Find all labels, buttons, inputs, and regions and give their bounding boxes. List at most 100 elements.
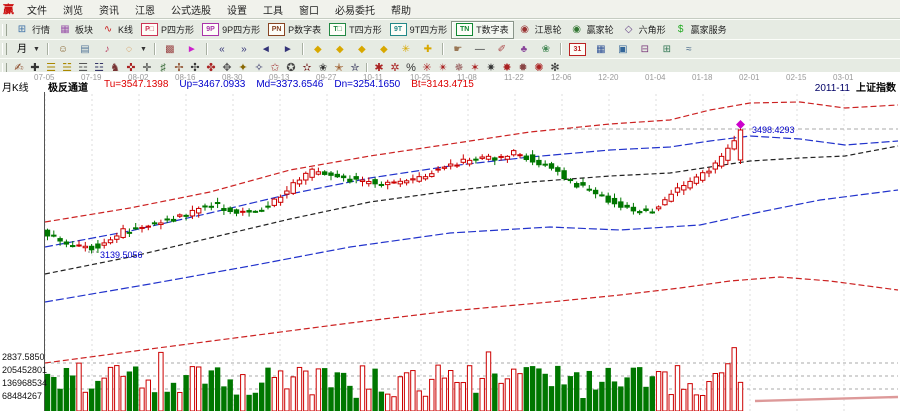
chart-canvas[interactable]: 3139.50563498.42932837.58502054528011369… [0,72,900,411]
sync-icon[interactable]: ≈ [678,41,700,57]
volume-layer [45,348,742,411]
symbol-name: 上证指数 [856,83,896,94]
menu-formula-stock-pick[interactable]: 公式选股 [163,2,219,17]
gann-arrow-up-icon[interactable]: ◆ [351,41,373,57]
prev-bar-icon[interactable]: ◄ [255,41,277,57]
menu-window[interactable]: 窗口 [291,2,327,17]
pane-period-label: 月K线 [2,79,29,94]
gann-cross-icon[interactable]: ✚ [417,41,439,57]
hexagon-button[interactable]: ◇六角形 [618,22,670,38]
menu-tools[interactable]: 工具 [255,2,291,17]
gann-grid-icon-icon: ▩ [163,43,177,56]
indicator-value-dn: Dn=3254.1650 [334,79,400,90]
gann-arrow-left-icon[interactable]: ◆ [307,41,329,57]
next-bar-icon[interactable]: ► [277,41,299,57]
t-number-table-button[interactable]: TNT数字表 [451,21,514,39]
last-bar-icon[interactable]: » [233,41,255,57]
toolbar-grip [2,43,7,55]
toolbar-separator [47,43,49,55]
zodiac-icon[interactable]: ☺ [52,41,74,57]
dropdown-arrow-icon[interactable]: ▼ [140,46,147,53]
gann-burst-icon-icon: ✳ [399,43,413,56]
winner-service-button[interactable]: $赢家服务 [670,22,731,38]
calculator-icon[interactable]: ▦ [590,41,612,57]
data-export-icon[interactable]: ⊞ [656,41,678,57]
first-bar-icon-icon: « [215,43,229,56]
bell-tool-icon[interactable]: ♣ [513,41,535,57]
winner-wheel-icon: ◉ [570,23,584,36]
9t-square-label: 9T四方形 [410,23,448,36]
hexagon-label: 六角形 [639,23,666,36]
last-bar-icon-icon: » [237,43,251,56]
menu-browse[interactable]: 浏览 [55,2,91,17]
prev-bar-icon-icon: ◄ [259,43,273,56]
period-month-selector[interactable]: 月▼ [11,41,44,57]
gann-wheel-button[interactable]: ◉江恩轮 [514,22,566,38]
p-number-table-button[interactable]: PNP数字表 [264,22,325,38]
menu-news[interactable]: 资讯 [91,2,127,17]
kline-button[interactable]: ∿K线 [97,22,137,38]
data-export-icon-icon: ⊞ [660,43,674,56]
hexagon-icon: ◇ [622,23,636,36]
t-square-icon: T□ [329,23,346,36]
svg-text:205452801: 205452801 [2,365,47,375]
line-tool-icon[interactable]: ― [469,41,491,57]
9t-square-button[interactable]: 9T9T四方形 [386,22,452,38]
grid-layer [45,92,899,411]
sectors-icon: ▦ [58,23,72,36]
gann-arrow-down-icon-icon: ◆ [377,43,391,56]
color-kline-icon[interactable]: ► [181,41,203,57]
kline-icon: ∿ [101,23,115,36]
9t-square-icon: 9T [390,23,407,36]
gann-burst-icon[interactable]: ✳ [395,41,417,57]
gann-arrow-right-icon[interactable]: ◆ [329,41,351,57]
menu-settings[interactable]: 设置 [219,2,255,17]
calendar-icon[interactable]: 31 [565,41,590,57]
pattern-tool-icon[interactable]: ❀ [535,41,557,57]
t-number-table-label: T数字表 [476,23,509,36]
period-month-selector-icon: 月 [15,43,29,56]
quotes-button[interactable]: ⊞行情 [11,22,54,38]
nav-toolbar: 月▼☺▤♪◌▼▩►«»◄►◆◆◆◆✳✚☛―✐♣❀31▦▣⊟⊞≈ [0,39,900,59]
candles-layer [45,126,742,253]
channel-layer [45,102,898,363]
indicator-value-tu: Tu=3547.1398 [104,79,168,90]
pen-tool-icon[interactable]: ✐ [491,41,513,57]
first-bar-icon[interactable]: « [211,41,233,57]
indicator-value-up: Up=3467.0933 [179,79,245,90]
chart-area: 07-0507-1908-0208-1608-3009-1309-2710-11… [0,72,900,411]
quote-monitor-icon[interactable]: ▣ [612,41,634,57]
sectors-button[interactable]: ▦板块 [54,22,97,38]
indicator-name[interactable]: 极反通道 [48,79,88,94]
gann-wheel-label: 江恩轮 [535,23,562,36]
t-square-button[interactable]: T□T四方形 [325,22,386,38]
svg-text:3498.4293: 3498.4293 [752,125,795,135]
chart-header-right: 2011-11上证指数 [815,79,896,94]
menu-trade-entrust[interactable]: 必易委托 [327,2,383,17]
hand-tool-icon[interactable]: ☛ [447,41,469,57]
gann-wheel-icon: ◉ [518,23,532,36]
memo-icon[interactable]: ▤ [74,41,96,57]
winner-wheel-button[interactable]: ◉赢家轮 [566,22,618,38]
9p-square-button[interactable]: 9P9P四方形 [198,22,264,38]
sync-icon-icon: ≈ [682,43,696,56]
next-bar-icon-icon: ► [281,43,295,56]
svg-text:3139.5056: 3139.5056 [100,250,143,260]
zodiac-icon-icon: ☺ [56,43,70,56]
footprint-icon[interactable]: ♪ [96,41,118,57]
quotes-label: 行情 [32,23,50,36]
ring-tool-icon[interactable]: ◌▼ [118,41,151,57]
dropdown-arrow-icon[interactable]: ▼ [33,46,40,53]
p-number-table-label: P数字表 [288,23,321,36]
save-icon[interactable]: ⊟ [634,41,656,57]
menu-gann[interactable]: 江恩 [127,2,163,17]
winner-service-label: 赢家服务 [691,23,727,36]
menu-file[interactable]: 文件 [19,2,55,17]
p-square-button[interactable]: P□P四方形 [137,22,198,38]
svg-text:68484267: 68484267 [2,391,42,401]
calendar-icon-icon: 31 [569,43,586,56]
toolbar-separator [442,43,444,55]
gann-arrow-down-icon[interactable]: ◆ [373,41,395,57]
gann-grid-icon[interactable]: ▩ [159,41,181,57]
menu-help[interactable]: 帮助 [383,2,419,17]
